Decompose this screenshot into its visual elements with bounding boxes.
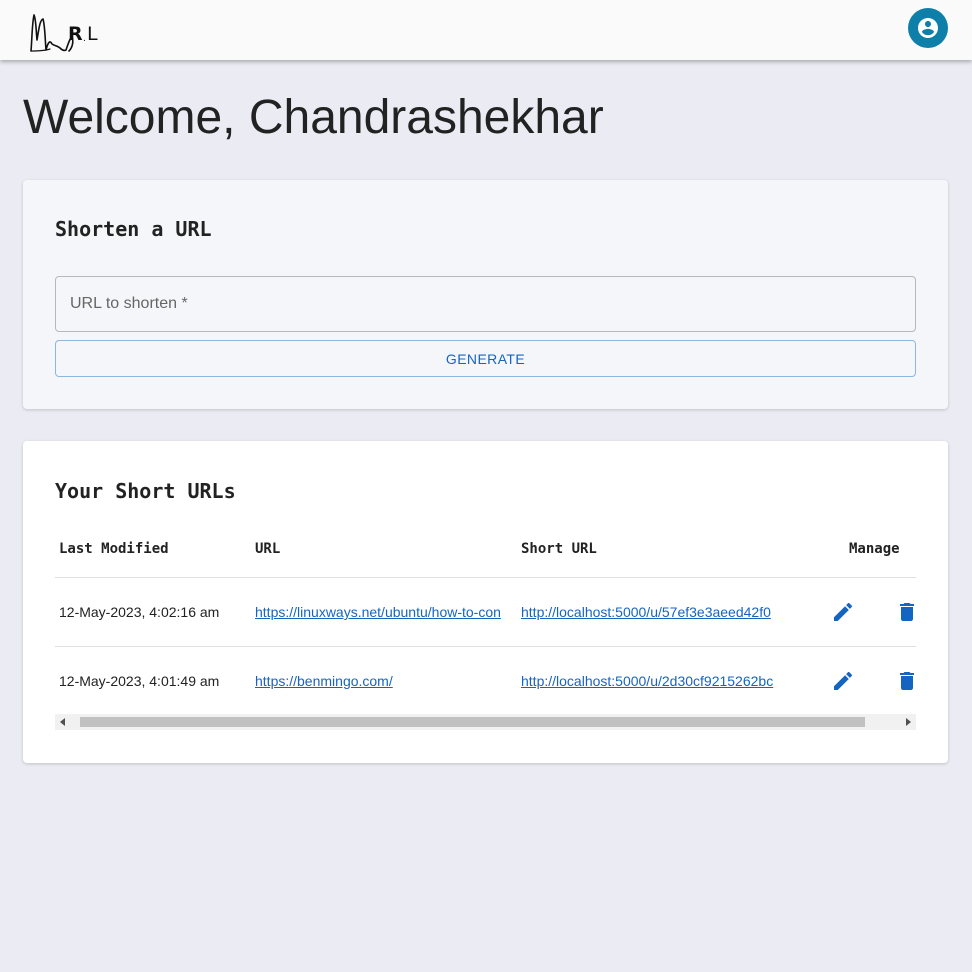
header-url: URL bbox=[255, 541, 281, 557]
svg-text:.: . bbox=[83, 34, 86, 44]
generate-button[interactable]: GENERATE bbox=[55, 340, 916, 377]
edit-icon[interactable] bbox=[831, 600, 855, 624]
app-bar: R . L bbox=[0, 0, 972, 60]
app-logo[interactable]: R . L bbox=[28, 10, 102, 54]
welcome-heading: Welcome, Chandrashekhar bbox=[23, 91, 604, 144]
table-row: 12-May-2023, 4:02:16 am https://linuxway… bbox=[55, 577, 916, 646]
scroll-right-arrow-icon[interactable] bbox=[900, 714, 916, 730]
header-last-modified: Last Modified bbox=[59, 541, 169, 557]
url-field bbox=[55, 276, 916, 332]
original-url-link[interactable]: https://linuxways.net/ubuntu/how-to-con bbox=[255, 604, 503, 620]
scrollbar-thumb[interactable] bbox=[80, 717, 865, 727]
account-button[interactable] bbox=[908, 8, 948, 48]
table-row: 12-May-2023, 4:01:49 am https://benmingo… bbox=[55, 646, 916, 715]
shorten-url-card: Shorten a URL GENERATE bbox=[23, 180, 948, 409]
short-urls-title: Your Short URLs bbox=[55, 479, 236, 503]
svg-text:R: R bbox=[68, 23, 83, 45]
short-urls-card: Your Short URLs Last Modified URL Short … bbox=[23, 441, 948, 763]
svg-text:L: L bbox=[87, 23, 98, 45]
last-modified-cell: 12-May-2023, 4:02:16 am bbox=[59, 604, 220, 620]
delete-icon[interactable] bbox=[895, 669, 919, 693]
horizontal-scrollbar[interactable] bbox=[55, 714, 916, 730]
last-modified-cell: 12-May-2023, 4:01:49 am bbox=[59, 673, 220, 689]
scroll-left-arrow-icon[interactable] bbox=[55, 714, 71, 730]
shorten-card-title: Shorten a URL bbox=[55, 217, 212, 241]
short-url-link[interactable]: http://localhost:5000/u/2d30cf9215262bc bbox=[521, 673, 783, 689]
short-url-link[interactable]: http://localhost:5000/u/57ef3e3aeed42f0 bbox=[521, 604, 783, 620]
url-input[interactable] bbox=[56, 277, 915, 331]
original-url-link[interactable]: https://benmingo.com/ bbox=[255, 673, 503, 689]
delete-icon[interactable] bbox=[895, 600, 919, 624]
header-manage: Manage bbox=[849, 541, 900, 557]
header-short-url: Short URL bbox=[521, 541, 597, 557]
edit-icon[interactable] bbox=[831, 669, 855, 693]
account-circle-icon bbox=[918, 18, 938, 38]
